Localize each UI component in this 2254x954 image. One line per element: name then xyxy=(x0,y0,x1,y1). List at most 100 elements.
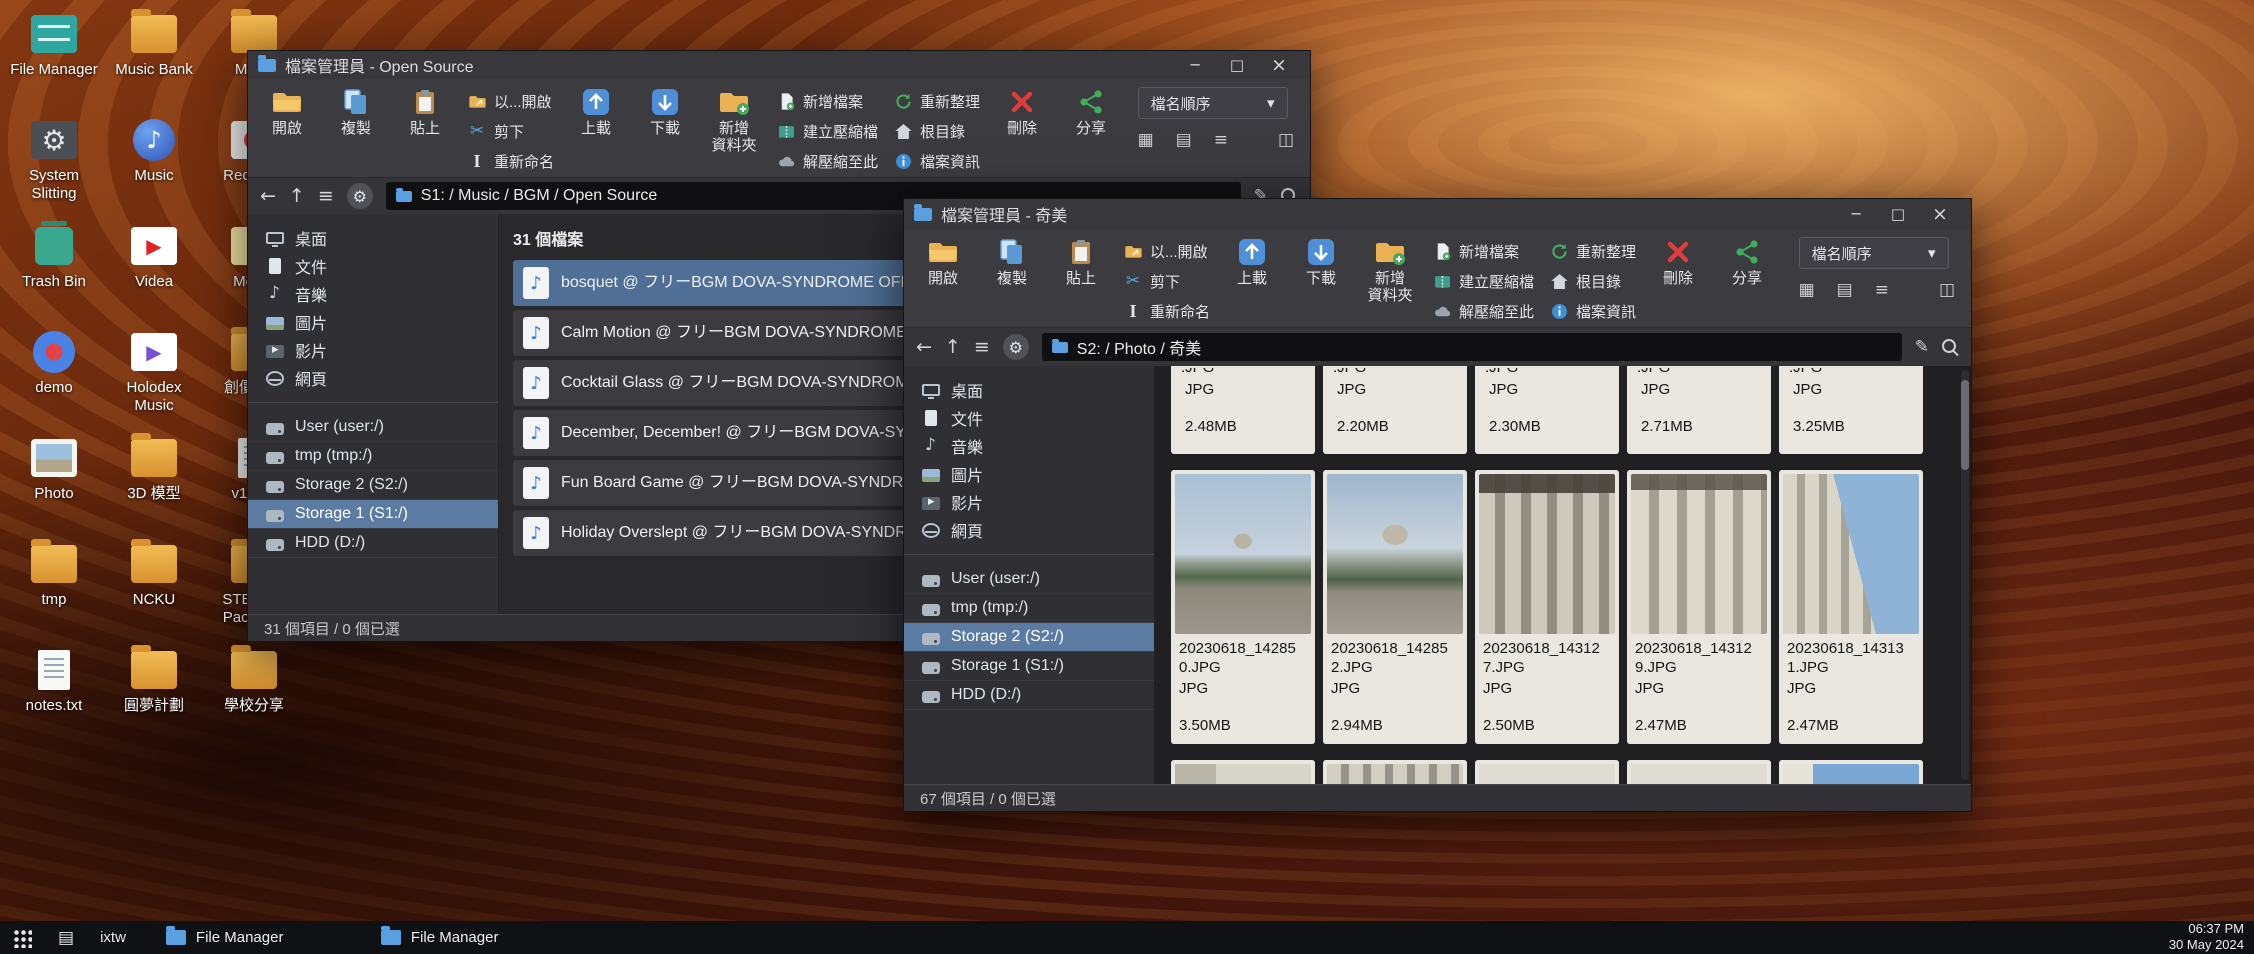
file-info-button[interactable]: 檔案資訊 xyxy=(893,147,980,175)
desktop-icon[interactable]: demo xyxy=(4,324,104,430)
sidebar-dir-item[interactable]: 音樂 xyxy=(904,432,1154,460)
sidebar-dir-item[interactable]: 文件 xyxy=(248,252,498,280)
desktop-icon[interactable]: tmp xyxy=(4,536,104,642)
download-button[interactable]: 下載 xyxy=(638,87,692,137)
sidebar-dir-item[interactable]: 影片 xyxy=(904,488,1154,516)
menu-icon[interactable]: ≡ xyxy=(318,185,334,207)
share-button[interactable]: 分享 xyxy=(1064,87,1118,137)
up-icon[interactable]: ↑ xyxy=(945,336,961,358)
view-compact-icon[interactable]: ≡ xyxy=(1214,130,1228,150)
desktop-icon[interactable]: 圓夢計劃 xyxy=(104,642,204,748)
taskbar-task-file-manager[interactable]: File Manager xyxy=(166,929,381,946)
up-icon[interactable]: ↑ xyxy=(289,185,305,207)
menu-icon[interactable]: ≡ xyxy=(974,336,990,358)
view-compact-icon[interactable]: ≡ xyxy=(1875,280,1889,300)
new-folder-button[interactable]: 新增 資料夾 xyxy=(1363,237,1417,305)
open-with-button[interactable]: 以...開啟 xyxy=(467,87,554,115)
path-field[interactable]: S2: / Photo / 奇美 xyxy=(1042,333,1902,361)
refresh-button[interactable]: 重新整理 xyxy=(1549,237,1636,265)
titlebar[interactable]: 檔案管理員 - 奇美 ─ □ × xyxy=(904,199,1971,229)
desktop-icon[interactable]: Trash Bin xyxy=(4,218,104,324)
sidebar-place-item[interactable]: Storage 2 (S2:/) xyxy=(904,623,1154,652)
share-button[interactable]: 分享 xyxy=(1720,237,1774,287)
create-archive-button[interactable]: 建立壓縮檔 xyxy=(1432,267,1534,295)
root-button[interactable]: 根目錄 xyxy=(893,117,980,145)
rename-button[interactable]: I 重新命名 xyxy=(1123,297,1210,325)
sidebar-place-item[interactable]: Storage 1 (S1:/) xyxy=(904,652,1154,681)
photo-card[interactable]: 20230618_142850.JPG JPG 3.50MB xyxy=(1171,470,1315,744)
close-button[interactable]: × xyxy=(1919,200,1961,228)
back-icon[interactable]: ← xyxy=(916,336,932,358)
sidebar-place-item[interactable]: Storage 2 (S2:/) xyxy=(248,471,498,500)
download-button[interactable]: 下載 xyxy=(1294,237,1348,287)
copy-button[interactable]: 複製 xyxy=(329,87,383,137)
desktop-icon[interactable]: Music Bank xyxy=(104,6,204,112)
sort-dropdown[interactable]: 檔名順序 ▾ xyxy=(1799,237,1949,269)
desktop-icon[interactable]: NCKU xyxy=(104,536,204,642)
photo-card-partial[interactable] xyxy=(1627,760,1771,785)
photo-card-partial[interactable]: .JPG JPG 2.48MB xyxy=(1171,366,1315,454)
back-icon[interactable]: ← xyxy=(260,185,276,207)
open-button[interactable]: 開啟 xyxy=(916,237,970,287)
edit-path-icon[interactable]: ✎ xyxy=(1915,337,1929,357)
sidebar-dir-item[interactable]: 網頁 xyxy=(904,516,1154,544)
maximize-button[interactable]: □ xyxy=(1216,51,1258,79)
close-button[interactable]: × xyxy=(1258,51,1300,79)
delete-button[interactable]: 刪除 xyxy=(995,87,1049,137)
view-grid-icon[interactable]: ▦ xyxy=(1799,280,1815,300)
sidebar-dir-item[interactable]: 影片 xyxy=(248,336,498,364)
extract-here-button[interactable]: 解壓縮至此 xyxy=(1432,297,1534,325)
desktop-icon[interactable]: Photo xyxy=(4,430,104,536)
search-icon[interactable] xyxy=(1942,339,1959,356)
taskbar-task-file-manager[interactable]: File Manager xyxy=(381,929,596,946)
sidebar-place-item[interactable]: HDD (D:/) xyxy=(248,529,498,558)
view-list-icon[interactable]: ▤ xyxy=(1837,280,1853,300)
sidebar-dir-item[interactable]: 桌面 xyxy=(248,224,498,252)
sidebar-dir-item[interactable]: 文件 xyxy=(904,404,1154,432)
sidebar-place-item[interactable]: HDD (D:/) xyxy=(904,681,1154,710)
sidebar-dir-item[interactable]: 圖片 xyxy=(248,308,498,336)
scrollbar-thumb[interactable] xyxy=(1961,380,1969,470)
root-button[interactable]: 根目錄 xyxy=(1549,267,1636,295)
desktop-icon[interactable]: Videa xyxy=(104,218,204,324)
rename-button[interactable]: I 重新命名 xyxy=(467,147,554,175)
upload-button[interactable]: 上載 xyxy=(569,87,623,137)
user-label[interactable]: ixtw xyxy=(100,929,126,946)
new-file-button[interactable]: 新增檔案 xyxy=(1432,237,1534,265)
sort-dropdown[interactable]: 檔名順序 ▾ xyxy=(1138,87,1288,119)
view-detail-icon[interactable]: ◫ xyxy=(1278,130,1294,150)
scrollbar[interactable] xyxy=(1961,370,1969,780)
file-info-button[interactable]: 檔案資訊 xyxy=(1549,297,1636,325)
photo-card[interactable]: 20230618_143127.JPG JPG 2.50MB xyxy=(1475,470,1619,744)
extract-here-button[interactable]: 解壓縮至此 xyxy=(776,147,878,175)
create-archive-button[interactable]: 建立壓縮檔 xyxy=(776,117,878,145)
sidebar-dir-item[interactable]: 網頁 xyxy=(248,364,498,392)
minimize-button[interactable]: ─ xyxy=(1835,200,1877,228)
photo-card-partial[interactable]: .JPG JPG 2.30MB xyxy=(1475,366,1619,454)
settings-gear-icon[interactable]: ⚙ xyxy=(1003,334,1029,360)
photo-card-partial[interactable] xyxy=(1171,760,1315,785)
view-detail-icon[interactable]: ◫ xyxy=(1939,280,1955,300)
desktop-icon[interactable]: 3D 模型 xyxy=(104,430,204,536)
sidebar-dir-item[interactable]: 音樂 xyxy=(248,280,498,308)
open-button[interactable]: 開啟 xyxy=(260,87,314,137)
photo-card-partial[interactable]: .JPG JPG 3.25MB xyxy=(1779,366,1923,454)
new-file-button[interactable]: 新增檔案 xyxy=(776,87,878,115)
photo-card-partial[interactable] xyxy=(1475,760,1619,785)
open-with-button[interactable]: 以...開啟 xyxy=(1123,237,1210,265)
photo-card[interactable]: 20230618_143131.JPG JPG 2.47MB xyxy=(1779,470,1923,744)
refresh-button[interactable]: 重新整理 xyxy=(893,87,980,115)
photo-card-partial[interactable] xyxy=(1779,760,1923,785)
sidebar-place-item[interactable]: Storage 1 (S1:/) xyxy=(248,500,498,529)
photo-card[interactable]: 20230618_142852.JPG JPG 2.94MB xyxy=(1323,470,1467,744)
photo-card-partial[interactable]: .JPG JPG 2.20MB xyxy=(1323,366,1467,454)
titlebar[interactable]: 檔案管理員 - Open Source ─ □ × xyxy=(248,51,1310,79)
sidebar-place-item[interactable]: tmp (tmp:/) xyxy=(248,442,498,471)
photo-card-partial[interactable]: .JPG JPG 2.71MB xyxy=(1627,366,1771,454)
new-folder-button[interactable]: 新增 資料夾 xyxy=(707,87,761,155)
photo-card-partial[interactable] xyxy=(1323,760,1467,785)
upload-button[interactable]: 上載 xyxy=(1225,237,1279,287)
settings-gear-icon[interactable]: ⚙ xyxy=(347,183,373,209)
app-launcher-icon[interactable] xyxy=(12,928,32,948)
sidebar-place-item[interactable]: tmp (tmp:/) xyxy=(904,594,1154,623)
